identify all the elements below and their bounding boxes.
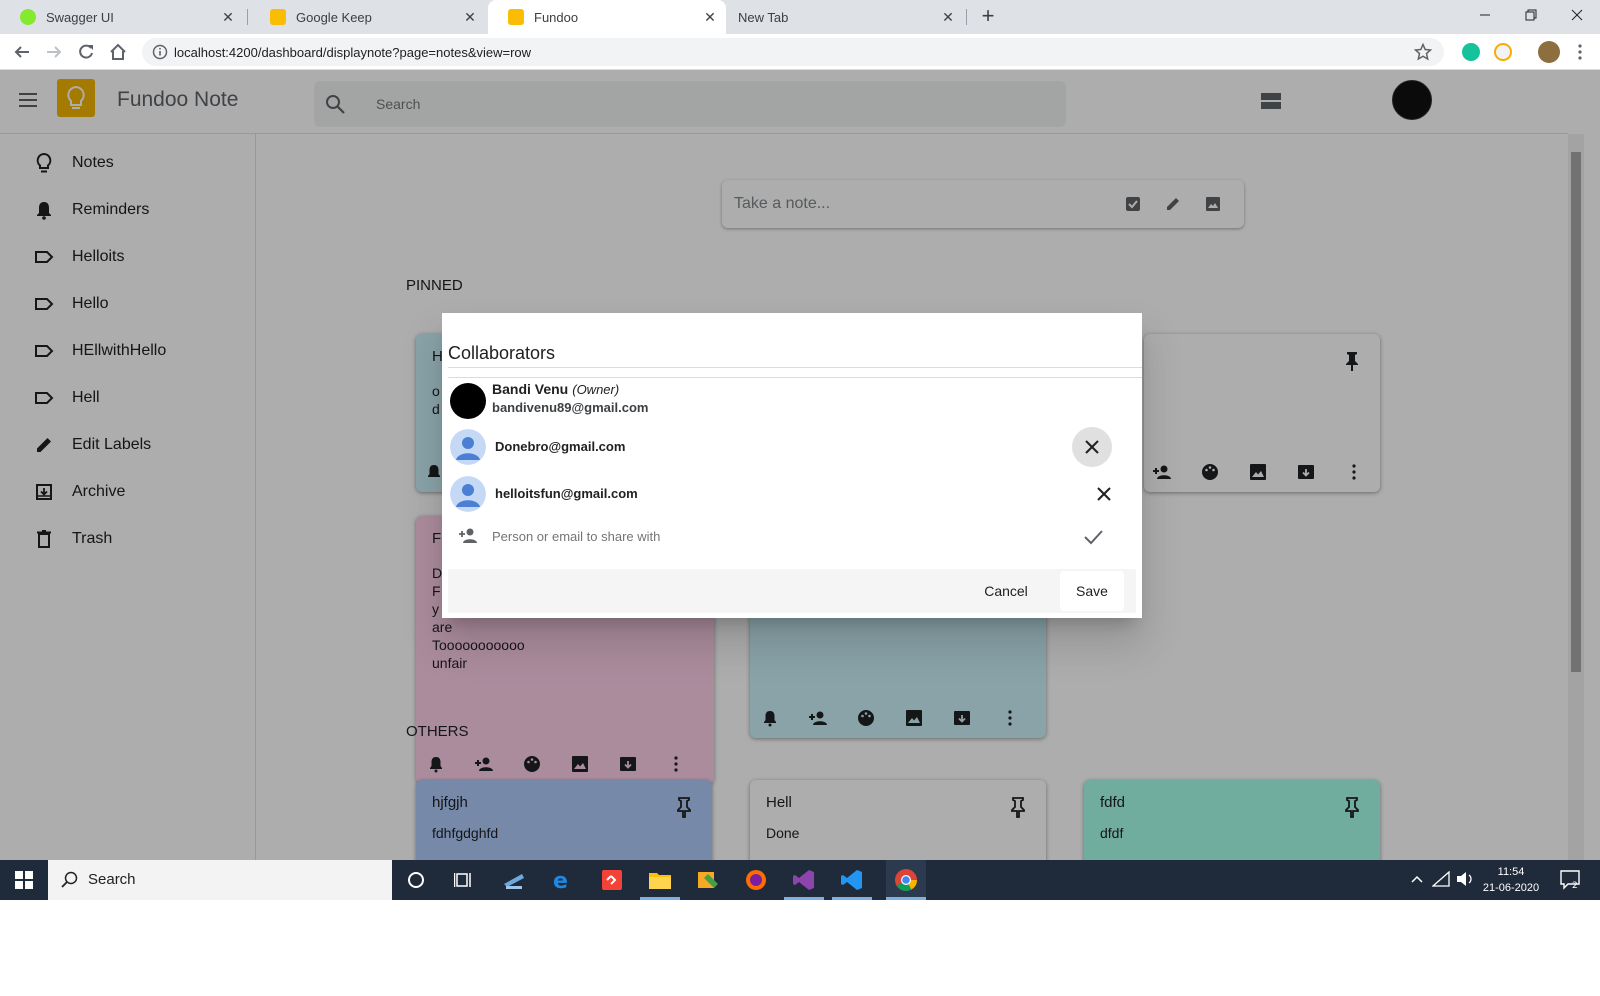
back-arrow-icon[interactable]	[10, 40, 34, 64]
vscode-icon[interactable]	[838, 866, 866, 894]
collaborator-email: helloitsfun@gmail.com	[495, 486, 638, 501]
collaborator-row: helloitsfun@gmail.com	[448, 472, 1136, 516]
owner-email: bandivenu89@gmail.com	[492, 400, 649, 415]
forward-arrow-icon[interactable]	[42, 40, 66, 64]
close-tab-icon[interactable]: ✕	[702, 9, 718, 25]
collaborators-dialog: Collaborators Bandi Venu (Owner) bandiven…	[442, 313, 1142, 618]
volume-icon[interactable]	[1456, 870, 1474, 888]
tab-title: New Tab	[738, 9, 789, 25]
firefox-icon[interactable]	[742, 866, 770, 894]
owner-name-text: Bandi Venu	[492, 381, 569, 397]
keep-favicon-icon	[270, 9, 286, 25]
share-email-input[interactable]	[492, 521, 1052, 551]
owner-tag: (Owner)	[572, 382, 620, 397]
minimize-window-icon[interactable]	[1462, 0, 1508, 30]
close-window-icon[interactable]	[1554, 0, 1600, 30]
visual-studio-icon[interactable]	[790, 866, 818, 894]
default-avatar-icon	[450, 429, 486, 465]
dialog-title: Collaborators	[448, 343, 556, 363]
task-view-icon[interactable]	[450, 866, 478, 894]
new-tab-plus-icon[interactable]: +	[976, 5, 1000, 29]
remove-collaborator-button[interactable]	[1072, 427, 1112, 467]
windows-taskbar: Search e 11:54 21-06-2020 2	[0, 860, 1600, 900]
collaborator-email: Donebro@gmail.com	[495, 439, 626, 454]
clock-time: 11:54	[1497, 866, 1525, 878]
close-tab-icon[interactable]: ✕	[940, 9, 956, 25]
owner-name: Bandi Venu (Owner)	[492, 381, 619, 397]
swagger-favicon-icon	[20, 9, 36, 25]
default-avatar-icon	[450, 476, 486, 512]
tab-swagger-ui[interactable]: Swagger UI ✕	[0, 0, 244, 34]
sql-tool-icon[interactable]	[694, 866, 722, 894]
close-tab-icon[interactable]: ✕	[462, 9, 478, 25]
share-input-row	[448, 521, 1136, 551]
title-divider	[448, 367, 1142, 368]
search-icon	[61, 871, 78, 888]
edge-browser-icon[interactable]: e	[548, 866, 576, 894]
screen-margin	[0, 900, 1600, 996]
taskbar-search-label[interactable]: Search	[88, 871, 136, 888]
profile-avatar-icon[interactable]	[1538, 41, 1560, 63]
owner-row: Bandi Venu (Owner) bandivenu89@gmail.com	[448, 379, 1136, 423]
tab-google-keep[interactable]: Google Keep ✕	[250, 0, 486, 34]
taskbar-clock[interactable]: 11:54 21-06-2020	[1474, 864, 1548, 896]
notification-count: 2	[1572, 881, 1578, 890]
owner-avatar	[450, 383, 486, 419]
bookmark-star-icon[interactable]	[1414, 43, 1432, 61]
windows-start-icon[interactable]	[0, 860, 48, 900]
svg-text:e: e	[553, 869, 568, 891]
tab-separator	[966, 9, 967, 25]
file-explorer-icon[interactable]	[646, 866, 674, 894]
person-add-icon	[459, 528, 477, 543]
network-icon[interactable]	[1432, 870, 1450, 888]
chrome-icon[interactable]	[886, 860, 926, 900]
taskbar-search-box[interactable]: Search	[48, 860, 392, 900]
tab-title: Fundoo	[534, 9, 579, 25]
remove-collaborator-button[interactable]	[1084, 474, 1124, 514]
tab-title: Google Keep	[296, 9, 372, 25]
save-button[interactable]: Save	[1060, 571, 1124, 611]
close-icon	[1097, 487, 1111, 501]
tab-new-tab[interactable]: New Tab ✕	[718, 0, 964, 34]
action-center-icon[interactable]: 2	[1560, 870, 1582, 890]
git-app-icon[interactable]	[598, 866, 626, 894]
browser-menu-icon[interactable]	[1568, 40, 1592, 64]
fundoo-favicon-icon	[508, 9, 524, 25]
close-tab-icon[interactable]: ✕	[220, 9, 236, 25]
tab-title: Swagger UI	[46, 9, 114, 25]
url-text[interactable]: localhost:4200/dashboard/displaynote?pag…	[174, 45, 531, 60]
tab-separator	[247, 9, 248, 25]
restore-window-icon[interactable]	[1508, 0, 1554, 30]
cortana-icon[interactable]	[402, 866, 430, 894]
extension-icon[interactable]	[1494, 43, 1512, 61]
title-divider	[448, 377, 1142, 378]
computer-app-icon[interactable]	[500, 866, 528, 894]
clock-date: 21-06-2020	[1482, 882, 1540, 894]
browser-tab-strip: Swagger UI ✕ Google Keep ✕ Fundoo ✕ New …	[0, 0, 1600, 34]
reload-icon[interactable]	[74, 40, 98, 64]
address-bar[interactable]: localhost:4200/dashboard/displaynote?pag…	[142, 38, 1444, 66]
dialog-footer: Cancel Save	[448, 569, 1136, 613]
tab-fundoo[interactable]: Fundoo ✕	[488, 0, 726, 34]
cancel-button[interactable]: Cancel	[968, 571, 1044, 611]
collaborator-row: Donebro@gmail.com	[448, 425, 1136, 469]
close-icon	[1085, 440, 1099, 454]
home-icon[interactable]	[106, 40, 130, 64]
browser-toolbar: localhost:4200/dashboard/displaynote?pag…	[0, 34, 1600, 70]
site-info-icon[interactable]	[152, 44, 168, 60]
grammarly-extension-icon[interactable]	[1462, 43, 1480, 61]
show-hidden-icons-chevron-icon[interactable]	[1408, 870, 1426, 888]
confirm-check-icon[interactable]	[1082, 527, 1104, 547]
